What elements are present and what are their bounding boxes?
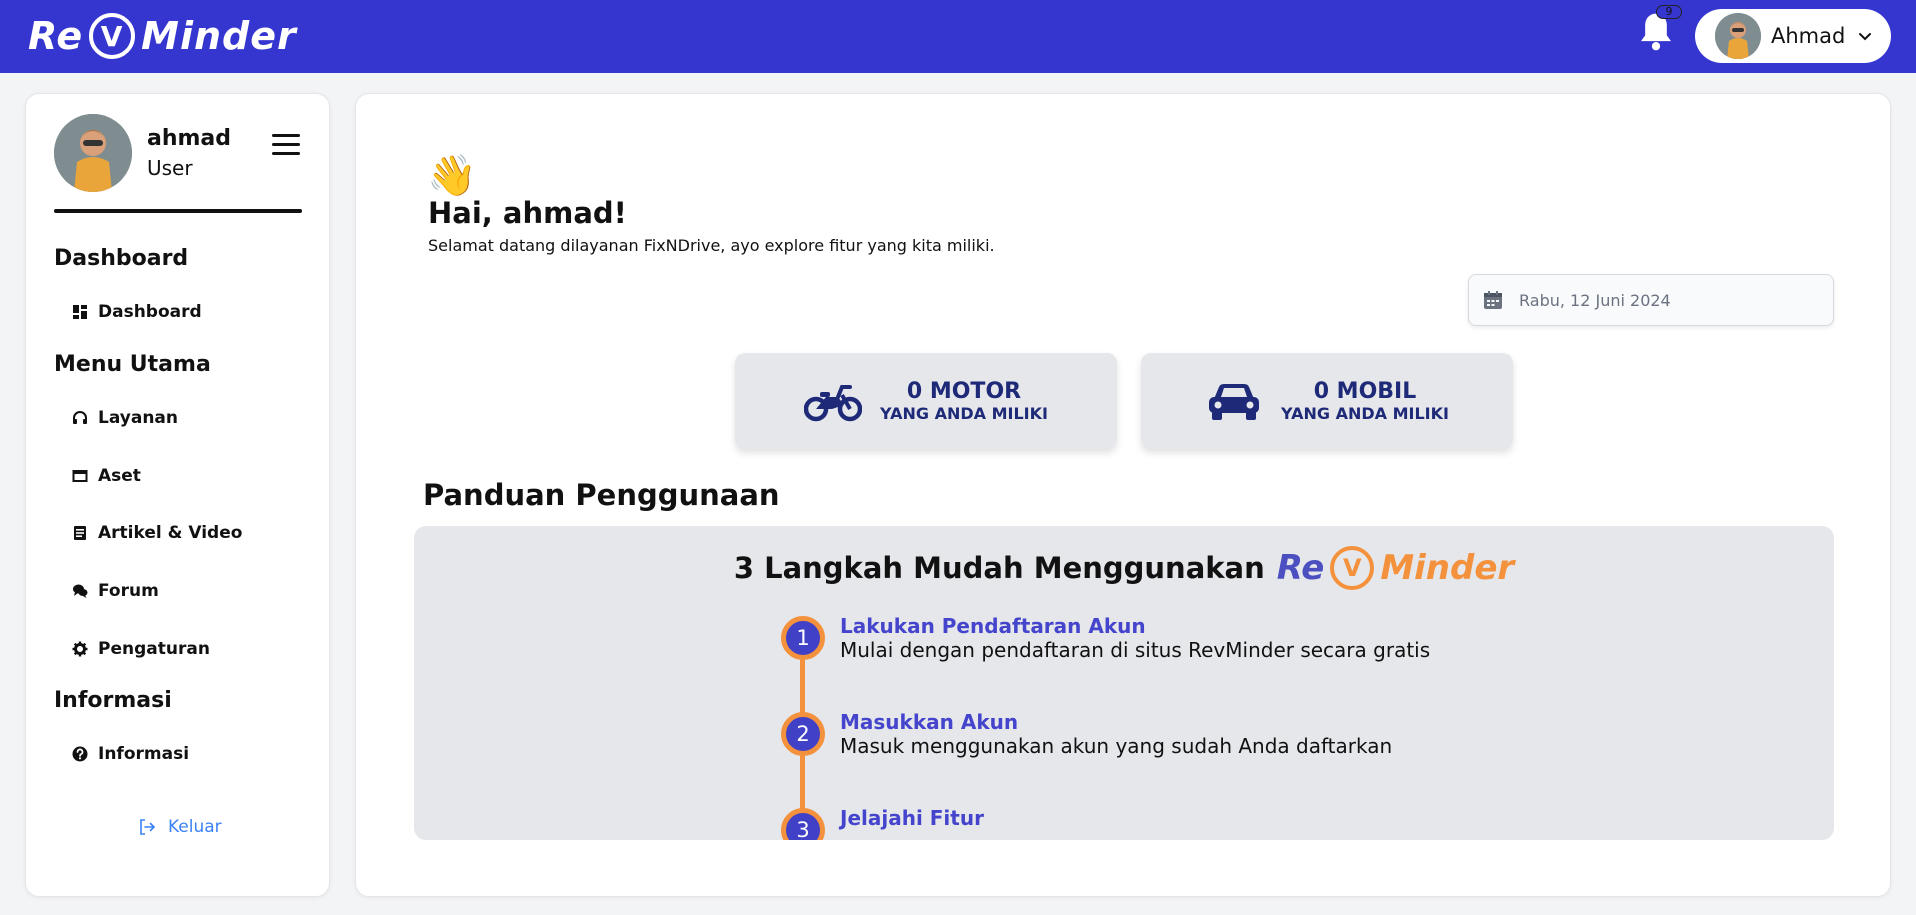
sidebar-item-dashboard[interactable]: Dashboard: [72, 297, 202, 327]
dashboard-icon: [73, 305, 87, 319]
guide-section-title: Panduan Penggunaan: [423, 478, 780, 512]
hamburger-menu-icon[interactable]: [272, 134, 300, 156]
sidebar-username: ahmad: [147, 126, 232, 151]
step-title-1: Lakukan Pendaftaran Akun: [840, 614, 1146, 638]
mobil-count: 0 MOBIL: [1313, 379, 1417, 404]
sidebar-avatar: [54, 114, 132, 192]
question-circle-icon: [72, 746, 88, 762]
avatar: [1715, 13, 1761, 59]
logo-text-minder: Minder: [141, 14, 297, 58]
guide-heading-text: 3 Langkah Mudah Menggunakan: [733, 551, 1265, 585]
motor-stat-card[interactable]: 0 MOTOR YANG ANDA MILIKI: [735, 353, 1117, 449]
motor-label: YANG ANDA MILIKI: [880, 404, 1048, 423]
sidebar-item-label: Aset: [98, 466, 141, 486]
sidebar-item-forum[interactable]: Forum: [72, 576, 159, 606]
main-content: 👋 Hai, ahmad! Selamat datang dilayanan F…: [355, 93, 1891, 897]
mobil-stat-card[interactable]: 0 MOBIL YANG ANDA MILIKI: [1141, 353, 1513, 449]
step-desc-2: Masuk menggunakan akun yang sudah Anda d…: [840, 734, 1393, 758]
window-icon: [72, 470, 88, 482]
sidebar-item-label: Layanan: [98, 408, 179, 428]
article-icon: [74, 526, 86, 540]
sidebar-item-label: Artikel & Video: [98, 523, 243, 543]
headset-icon: [73, 411, 87, 424]
guide-panel: 3 Langkah Mudah Menggunakan Re V Minder …: [414, 526, 1834, 840]
chevron-down-icon: [1859, 33, 1872, 41]
gear-icon: [72, 641, 88, 657]
step-desc-1: Mulai dengan pendaftaran di situs RevMin…: [840, 638, 1431, 662]
chat-bubbles-icon: [73, 584, 88, 598]
sidebar-item-layanan[interactable]: Layanan: [72, 403, 178, 433]
motor-count: 0 MOTOR: [906, 379, 1022, 404]
date-value: Rabu, 12 Juni 2024: [1519, 290, 1671, 310]
sidebar-item-label: Forum: [98, 581, 159, 601]
notification-count-badge: 9: [1656, 5, 1682, 19]
step-number-1: 1: [781, 616, 825, 660]
step-title-3: Jelajahi Fitur: [840, 806, 984, 830]
logout-link[interactable]: Keluar: [138, 817, 222, 837]
top-navbar: Re V Minder 9 Ahmad: [0, 0, 1916, 73]
sidebar-role: User: [147, 156, 193, 180]
guide-revminder-logo: Re V Minder: [1276, 546, 1515, 590]
calendar-icon: [1484, 291, 1502, 309]
logout-icon: [140, 819, 156, 835]
sidebar-item-label: Pengaturan: [98, 639, 210, 659]
logo-text-re: Re: [28, 14, 84, 58]
sidebar-item-label: Informasi: [98, 744, 190, 764]
waving-hand-icon: 👋: [427, 153, 477, 199]
section-dashboard: Dashboard: [54, 246, 189, 271]
date-field[interactable]: Rabu, 12 Juni 2024: [1468, 274, 1834, 326]
sidebar-item-artikel-video[interactable]: Artikel & Video: [72, 518, 242, 548]
revminder-logo[interactable]: Re V Minder: [28, 8, 297, 64]
step-number-2: 2: [781, 712, 825, 756]
greeting-title: Hai, ahmad!: [428, 196, 627, 230]
step-title-2: Masukkan Akun: [840, 710, 1019, 734]
logout-label: Keluar: [168, 817, 222, 837]
header-user-name: Ahmad: [1771, 24, 1846, 48]
sidebar-item-aset[interactable]: Aset: [72, 461, 141, 491]
guide-heading: 3 Langkah Mudah Menggunakan Re V Minder: [414, 546, 1834, 590]
greeting-subtitle: Selamat datang dilayanan FixNDrive, ayo …: [428, 236, 995, 255]
sidebar-item-pengaturan[interactable]: Pengaturan: [72, 634, 210, 664]
car-icon: [1209, 384, 1260, 420]
sidebar-divider: [54, 209, 302, 213]
sidebar-item-label: Dashboard: [98, 302, 202, 322]
user-menu-button[interactable]: Ahmad: [1695, 9, 1891, 63]
motorcycle-icon: [804, 385, 863, 422]
sidebar: ahmad User Dashboard Dashboard Menu Utam…: [25, 93, 330, 897]
logo-v-ring: V: [89, 13, 136, 59]
step-number-3: 3: [781, 808, 825, 840]
mobil-label: YANG ANDA MILIKI: [1281, 404, 1449, 423]
sidebar-item-informasi[interactable]: Informasi: [72, 739, 189, 769]
section-informasi: Informasi: [54, 688, 172, 713]
section-menu-utama: Menu Utama: [54, 352, 211, 377]
